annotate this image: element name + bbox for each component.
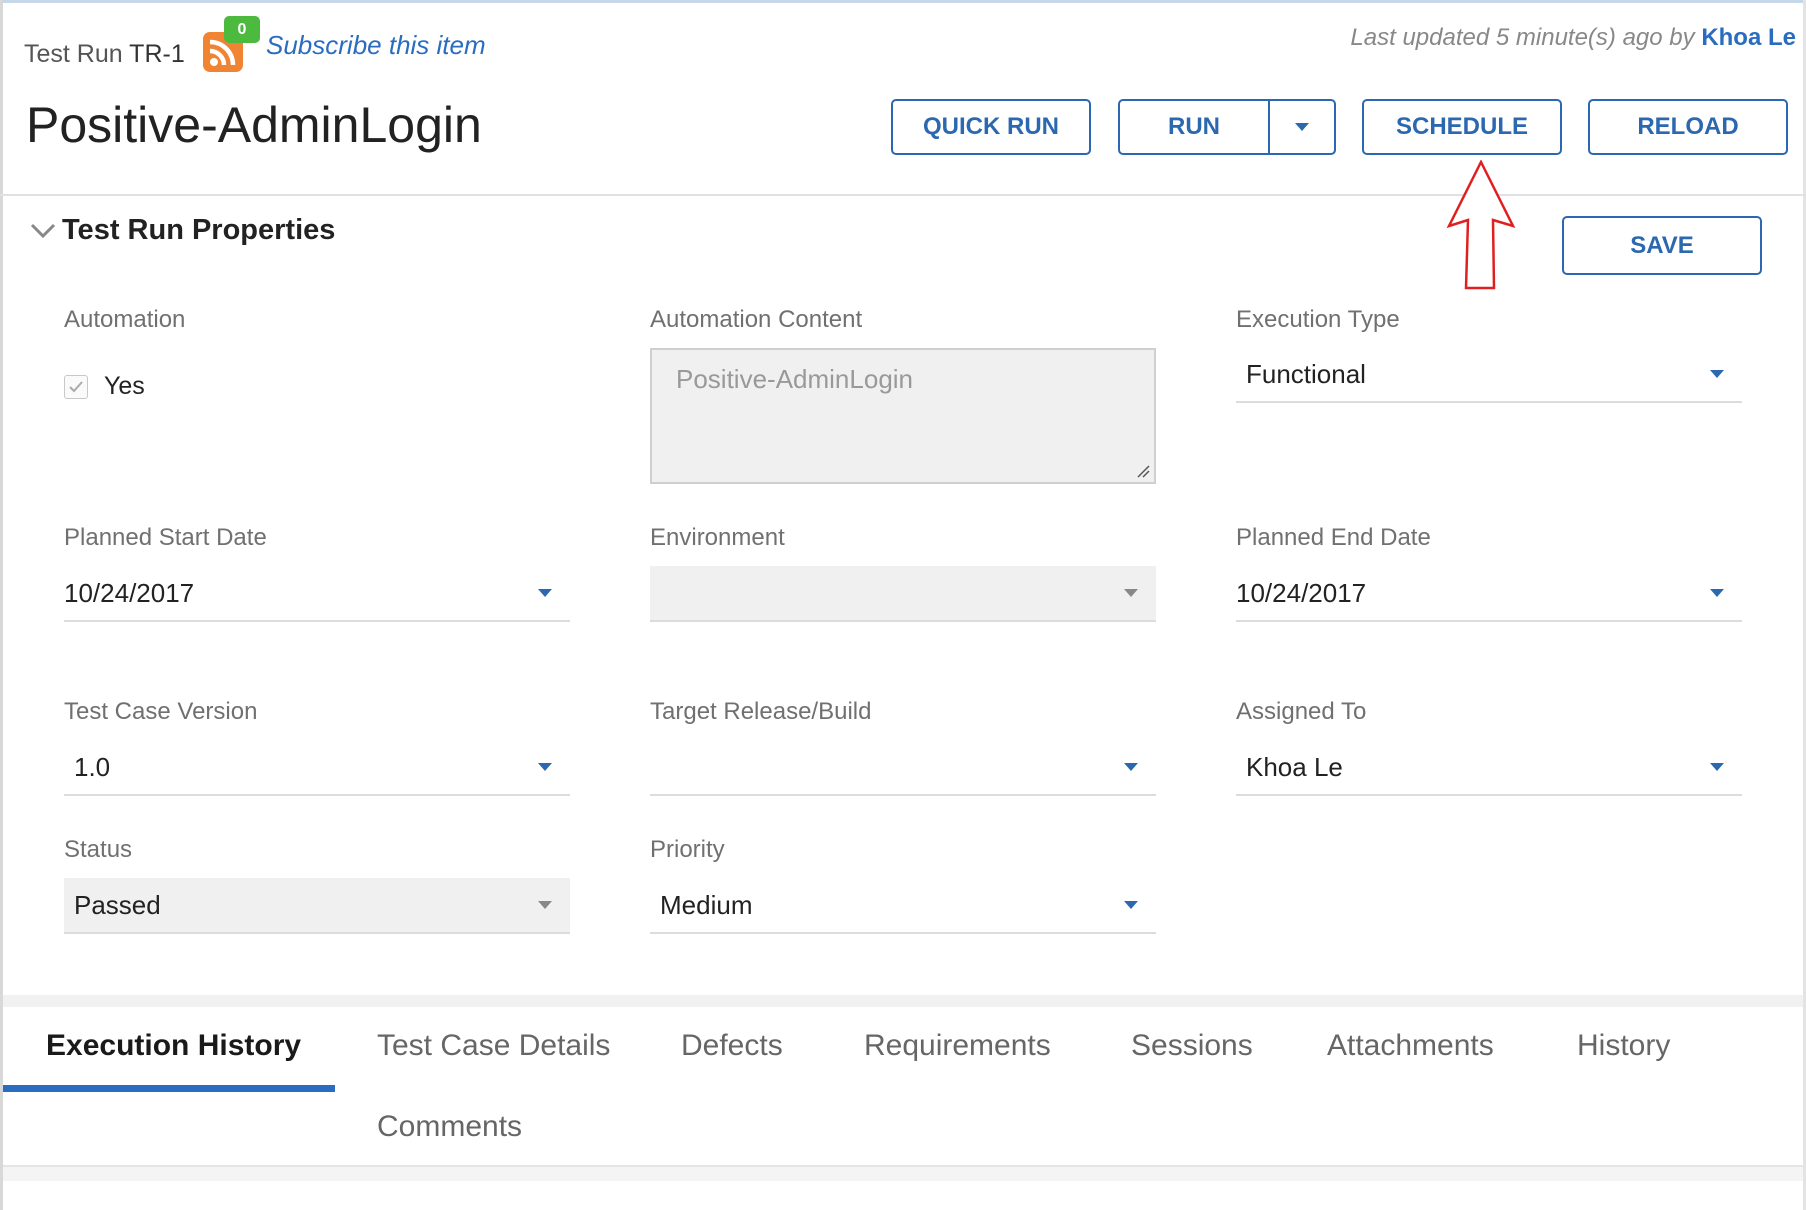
last-updated-info: Last updated 5 minute(s) ago by Khoa Le — [1350, 24, 1796, 52]
automation-value: Yes — [104, 372, 145, 400]
status-value: Passed — [74, 889, 161, 920]
caret-down-icon — [1124, 901, 1138, 909]
caret-down-icon — [538, 901, 552, 909]
caret-down-icon — [538, 763, 552, 771]
test-run-id-prefix: Test Run — [24, 40, 123, 68]
automation-content-textarea[interactable]: Positive-AdminLogin — [650, 348, 1156, 484]
header-divider — [0, 194, 1806, 196]
quick-run-button[interactable]: QUICK RUN — [891, 99, 1091, 155]
subscribe-count-badge: 0 — [224, 16, 260, 43]
caret-down-icon — [1124, 763, 1138, 771]
test-case-version-select[interactable]: 1.0 — [64, 740, 570, 796]
automation-content-value: Positive-AdminLogin — [676, 364, 914, 394]
tabs-top-band — [3, 995, 1803, 1007]
quick-run-label: QUICK RUN — [923, 113, 1059, 140]
test-run-id: Test Run TR-1 — [24, 40, 185, 69]
target-release-select[interactable] — [650, 740, 1156, 796]
planned-end-date-picker[interactable]: 10/24/2017 — [1236, 566, 1742, 622]
save-label: SAVE — [1630, 231, 1694, 259]
run-dropdown-toggle[interactable] — [1270, 122, 1334, 132]
target-release-label: Target Release/Build — [650, 698, 872, 725]
active-tab-indicator — [3, 1085, 335, 1092]
caret-down-icon — [1710, 763, 1724, 771]
tab-execution-history[interactable]: Execution History — [46, 1029, 301, 1063]
planned-start-date-value: 10/24/2017 — [64, 577, 195, 608]
priority-value: Medium — [660, 889, 753, 920]
automation-checkbox-row[interactable]: Yes — [64, 372, 145, 401]
assigned-to-select[interactable]: Khoa Le — [1236, 740, 1742, 796]
assigned-to-label: Assigned To — [1236, 698, 1367, 725]
save-button[interactable]: SAVE — [1562, 216, 1762, 275]
left-border — [0, 0, 3, 1210]
environment-label: Environment — [650, 524, 785, 551]
schedule-label: SCHEDULE — [1395, 113, 1528, 140]
subscribe-link[interactable]: Subscribe this item — [266, 30, 486, 61]
status-select[interactable]: Passed — [64, 878, 570, 934]
resize-grip-icon[interactable] — [1136, 464, 1150, 478]
tab-requirements[interactable]: Requirements — [864, 1029, 1051, 1063]
chevron-down-icon — [30, 223, 56, 238]
page-title: Positive-AdminLogin — [26, 97, 482, 153]
tabs-bottom-band — [3, 1167, 1803, 1181]
automation-label: Automation — [64, 306, 186, 333]
planned-start-date-picker[interactable]: 10/24/2017 — [64, 566, 570, 622]
section-title: Test Run Properties — [62, 214, 336, 246]
execution-type-select[interactable]: Functional — [1236, 347, 1742, 403]
status-label: Status — [64, 836, 133, 863]
environment-select[interactable] — [650, 566, 1156, 622]
caret-down-icon — [1295, 123, 1309, 131]
planned-end-date-value: 10/24/2017 — [1236, 577, 1367, 608]
tab-sessions[interactable]: Sessions — [1131, 1029, 1253, 1063]
tab-comments[interactable]: Comments — [377, 1110, 522, 1144]
execution-type-label: Execution Type — [1236, 306, 1400, 333]
caret-down-icon — [1710, 589, 1724, 597]
assigned-to-value: Khoa Le — [1246, 751, 1343, 782]
reload-button[interactable]: RELOAD — [1588, 99, 1788, 155]
run-split-button[interactable]: RUN — [1118, 99, 1336, 155]
top-border — [0, 0, 1806, 3]
schedule-button[interactable]: SCHEDULE — [1362, 99, 1562, 155]
tab-history[interactable]: History — [1577, 1029, 1670, 1063]
priority-label: Priority — [650, 836, 725, 863]
section-test-run-properties[interactable]: Test Run Properties — [30, 214, 335, 247]
automation-checkbox[interactable] — [64, 374, 88, 399]
caret-down-icon — [1710, 370, 1724, 378]
caret-down-icon — [1124, 589, 1138, 597]
planned-start-date-label: Planned Start Date — [64, 524, 267, 551]
last-updated-text: Last updated 5 minute(s) ago by — [1350, 24, 1695, 51]
caret-down-icon — [538, 589, 552, 597]
execution-type-value: Functional — [1246, 358, 1366, 389]
checkmark-icon — [69, 380, 83, 392]
automation-content-label: Automation Content — [650, 306, 863, 333]
tab-test-case-details[interactable]: Test Case Details — [377, 1029, 610, 1063]
arrow-up-annotation-icon — [1446, 160, 1516, 290]
tab-defects[interactable]: Defects — [681, 1029, 783, 1063]
planned-end-date-label: Planned End Date — [1236, 524, 1431, 551]
reload-label: RELOAD — [1637, 113, 1739, 140]
test-run-id-value: TR-1 — [129, 40, 185, 68]
test-case-version-label: Test Case Version — [64, 698, 258, 725]
run-button[interactable]: RUN — [1120, 113, 1268, 141]
updated-by-user-link[interactable]: Khoa Le — [1701, 24, 1796, 51]
test-case-version-value: 1.0 — [74, 751, 111, 782]
tab-attachments[interactable]: Attachments — [1327, 1029, 1494, 1063]
priority-select[interactable]: Medium — [650, 878, 1156, 934]
